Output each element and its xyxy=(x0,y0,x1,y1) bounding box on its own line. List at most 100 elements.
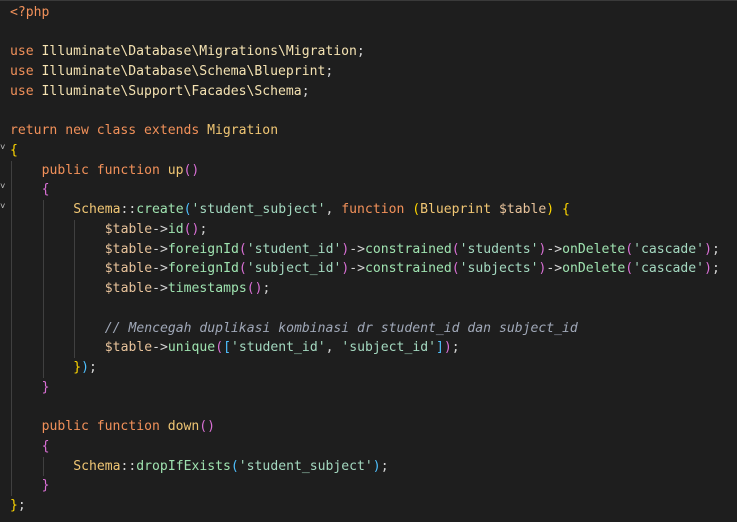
code-token: $table xyxy=(104,241,153,257)
code-line[interactable]: }); xyxy=(10,357,737,378)
indent-guide xyxy=(11,318,12,339)
code-token: ( xyxy=(625,241,634,257)
code-token: 'student_id' xyxy=(230,340,326,356)
indent-guide xyxy=(42,259,44,280)
code-token: ( xyxy=(451,241,460,257)
code-token: onDelete xyxy=(562,261,626,277)
code-line[interactable]: { xyxy=(10,180,737,201)
code-line[interactable]: } xyxy=(10,476,737,496)
code-line[interactable]: $table->id(); xyxy=(10,219,737,240)
code-token: $table xyxy=(104,221,153,237)
code-token: ( xyxy=(238,261,247,277)
code-line[interactable] xyxy=(10,102,737,122)
code-token: 'cascade' xyxy=(633,261,705,277)
code-token: () xyxy=(246,281,263,297)
code-token: ) xyxy=(81,359,89,375)
code-line[interactable]: $table->foreignId('student_id')->constra… xyxy=(10,239,737,260)
code-token: ; xyxy=(380,458,389,474)
code-token: dropIfExists xyxy=(136,458,231,474)
code-line[interactable]: use Illuminate\Support\Facades\Schema; xyxy=(10,82,737,102)
line-content: <?php xyxy=(10,3,49,23)
code-line[interactable]: } xyxy=(10,377,737,398)
code-token: new xyxy=(65,123,97,139)
code-token: ( xyxy=(230,458,239,474)
code-token: function xyxy=(96,162,168,178)
fold-chevron-icon[interactable]: ˅ xyxy=(0,197,8,217)
code-token: return xyxy=(10,123,66,139)
code-line[interactable]: $table->foreignId('subject_id')->constra… xyxy=(10,259,737,280)
code-token: ( xyxy=(412,202,421,218)
code-line[interactable] xyxy=(10,397,737,418)
code-token: 'students' xyxy=(459,241,539,257)
code-token: Illuminate\Database\Schema\Blueprint xyxy=(41,64,326,80)
code-line[interactable]: public function down() xyxy=(10,417,737,437)
code-comment: // Mencegah duplikasi kombinasi dr stude… xyxy=(104,320,578,336)
indent-guide xyxy=(74,239,76,260)
indent-guide xyxy=(74,279,76,299)
code-token: timestamps xyxy=(167,281,247,297)
code-line[interactable]: }; xyxy=(10,496,737,516)
indent-guide xyxy=(11,259,12,280)
code-token: ; xyxy=(301,83,310,99)
code-line[interactable]: // Mencegah duplikasi kombinasi dr stude… xyxy=(10,318,737,339)
indent-guide xyxy=(42,279,44,299)
code-token: , xyxy=(325,202,342,218)
indent-guide xyxy=(11,338,12,358)
code-line[interactable]: $table->timestamps(); xyxy=(10,279,737,299)
line-content: $table->id(); xyxy=(105,220,208,240)
code-token: ; xyxy=(88,359,97,375)
code-line[interactable]: return new class extends Migration xyxy=(10,121,737,141)
code-token: -> xyxy=(152,261,168,277)
code-line[interactable]: Schema::create ('student_subject', functi… xyxy=(10,200,737,220)
code-token: ( xyxy=(625,261,634,277)
indent-guide xyxy=(42,298,44,319)
code-line[interactable]: { xyxy=(10,141,737,161)
code-token: :: xyxy=(120,202,137,218)
code-token: ; xyxy=(17,497,26,513)
fold-chevron-icon[interactable]: ˅ xyxy=(0,138,8,158)
code-line[interactable]: $table->unique(['student_id', 'subject_i… xyxy=(10,338,737,358)
code-line[interactable]: use Illuminate\Database\Schema\Blueprint… xyxy=(10,62,737,82)
code-area[interactable]: <?php use Illuminate\Database\Migrations\… xyxy=(10,3,737,516)
line-content: { xyxy=(10,141,18,161)
code-line[interactable]: public function up() xyxy=(10,160,737,181)
code-token: ; xyxy=(325,64,334,80)
indent-guide xyxy=(74,338,76,358)
code-line[interactable]: { xyxy=(10,436,737,457)
code-token: ) xyxy=(443,340,452,356)
code-token: { xyxy=(554,202,570,218)
line-content: use Illuminate\Database\Migrations\Migra… xyxy=(10,42,365,62)
code-token: Illuminate\Support\Facades\Schema xyxy=(41,83,302,99)
indent-guide xyxy=(42,357,44,378)
code-line[interactable]: Schema::dropIfExists('student_subject'); xyxy=(10,456,737,477)
code-token: () xyxy=(183,221,200,237)
code-line[interactable] xyxy=(10,298,737,319)
code-token: :: xyxy=(120,458,137,474)
code-line[interactable]: use Illuminate\Database\Migrations\Migra… xyxy=(10,42,737,62)
code-token: ) xyxy=(704,261,712,277)
code-line[interactable] xyxy=(10,23,737,43)
code-token: Illuminate\Database\Migrations\Migration xyxy=(41,44,357,60)
code-token: foreignId xyxy=(167,261,239,277)
code-token: use xyxy=(10,64,42,80)
indent-guide xyxy=(11,180,12,201)
line-content: { xyxy=(42,180,50,200)
code-token: 'student_subject' xyxy=(238,458,373,474)
line-content: $table->foreignId('student_id')->constra… xyxy=(105,240,720,260)
code-token: -> xyxy=(546,261,563,277)
indent-guide xyxy=(11,476,12,496)
line-content: } xyxy=(42,476,50,496)
line-content: return new class extends Migration xyxy=(10,121,278,141)
code-line[interactable]: <?php xyxy=(10,3,737,23)
code-token: public xyxy=(41,162,97,178)
code-token: foreignId xyxy=(167,241,239,257)
code-token: -> xyxy=(152,241,168,257)
code-token: <?php xyxy=(10,5,50,20)
indent-guide xyxy=(11,239,12,260)
line-content: { xyxy=(42,437,50,457)
code-editor[interactable]: ˅ ˅ ˅ <?php use Illuminate\Database\Migrati… xyxy=(0,0,737,522)
code-token: 'cascade' xyxy=(633,241,705,257)
line-content: $table->timestamps(); xyxy=(105,279,271,299)
fold-chevron-icon[interactable]: ˅ xyxy=(0,177,8,197)
code-token: } xyxy=(41,478,50,494)
